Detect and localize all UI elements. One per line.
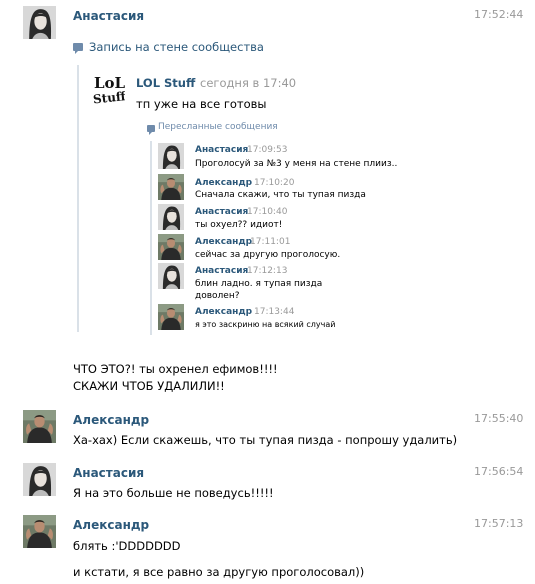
author-name[interactable]: Александр <box>73 518 149 532</box>
repost-source[interactable]: LOL Stuff <box>136 76 195 90</box>
fwd-text: я это заскриню на всякий случай <box>195 320 336 329</box>
message-time[interactable]: 17:55:40 <box>474 412 523 425</box>
comment-icon <box>73 43 83 54</box>
fwd-text: Проголосуй за №3 у меня на стене плииз.. <box>195 159 398 169</box>
avatar-aleksandr[interactable] <box>23 515 56 548</box>
fwd-time: 17:09:53 <box>247 145 288 155</box>
lol-stuff-logo-icon: LoL Stuff <box>91 72 128 107</box>
avatar-aleksandr[interactable] <box>158 174 184 200</box>
fwd-text: Сначала скажи, что ты тупая пизда <box>195 190 366 200</box>
fwd-text: доволен? <box>195 291 240 301</box>
fwd-time: 17:12:13 <box>247 266 288 276</box>
avatar-aleksandr[interactable] <box>158 304 184 330</box>
avatar-aleksandr[interactable] <box>23 410 56 443</box>
repost-divider <box>77 65 79 332</box>
fwd-author[interactable]: Александр <box>195 178 252 188</box>
forwarded-label: Пересланные сообщения <box>158 122 278 132</box>
fwd-time: 17:10:20 <box>254 178 295 188</box>
svg-text:Stuff: Stuff <box>92 89 125 106</box>
fwd-author[interactable]: Анастасия <box>195 207 248 217</box>
message-text: и кстати, я все равно за другую проголос… <box>73 565 365 579</box>
forwarded-divider <box>150 141 152 335</box>
author-name[interactable]: Александр <box>73 413 149 427</box>
fwd-text: блин ладно. я тупая пизда <box>195 279 323 289</box>
avatar-anastasia[interactable] <box>158 263 184 289</box>
fwd-author[interactable]: Анастасия <box>195 266 248 276</box>
avatar-anastasia[interactable] <box>23 463 56 496</box>
avatar-aleksandr[interactable] <box>158 234 184 260</box>
author-name[interactable]: Анастасия <box>73 9 144 23</box>
fwd-author[interactable]: Александр <box>195 237 252 247</box>
wall-post-link[interactable]: Запись на стене сообщества <box>89 40 264 54</box>
message-time[interactable]: 17:56:54 <box>474 465 523 478</box>
message-text: Ха-хах) Если скажешь, что ты тупая пизда… <box>73 433 458 447</box>
repost-time[interactable]: сегодня в 17:40 <box>200 76 296 90</box>
avatar-anastasia[interactable] <box>158 143 184 169</box>
fwd-time: 17:13:44 <box>254 307 295 317</box>
message-time[interactable]: 17:57:13 <box>474 517 523 530</box>
lol-stuff-logo[interactable]: LoL Stuff <box>91 72 128 107</box>
fwd-time: 17:10:40 <box>247 207 288 217</box>
message-text: блять :'DDDDDDD <box>73 539 181 553</box>
message-text: Я на это больше не поведусь!!!!! <box>73 486 274 500</box>
fwd-time: 17:11:01 <box>250 237 291 247</box>
forward-icon <box>147 125 155 135</box>
message-time[interactable]: 17:52:44 <box>474 8 523 21</box>
fwd-author[interactable]: Анастасия <box>195 145 248 155</box>
avatar-anastasia[interactable] <box>158 204 184 230</box>
author-name[interactable]: Анастасия <box>73 466 144 480</box>
fwd-text: сейчас за другую проголосую. <box>195 250 341 260</box>
message-text: ЧТО ЭТО?! ты охренел ефимов!!!! <box>73 362 278 376</box>
fwd-author[interactable]: Александр <box>195 307 252 317</box>
fwd-text: ты охуел?? идиот! <box>195 220 283 230</box>
message-text: СКАЖИ ЧТОБ УДАЛИЛИ!! <box>73 379 225 393</box>
avatar-anastasia[interactable] <box>23 6 56 39</box>
repost-text: тп уже на все готовы <box>136 97 267 111</box>
